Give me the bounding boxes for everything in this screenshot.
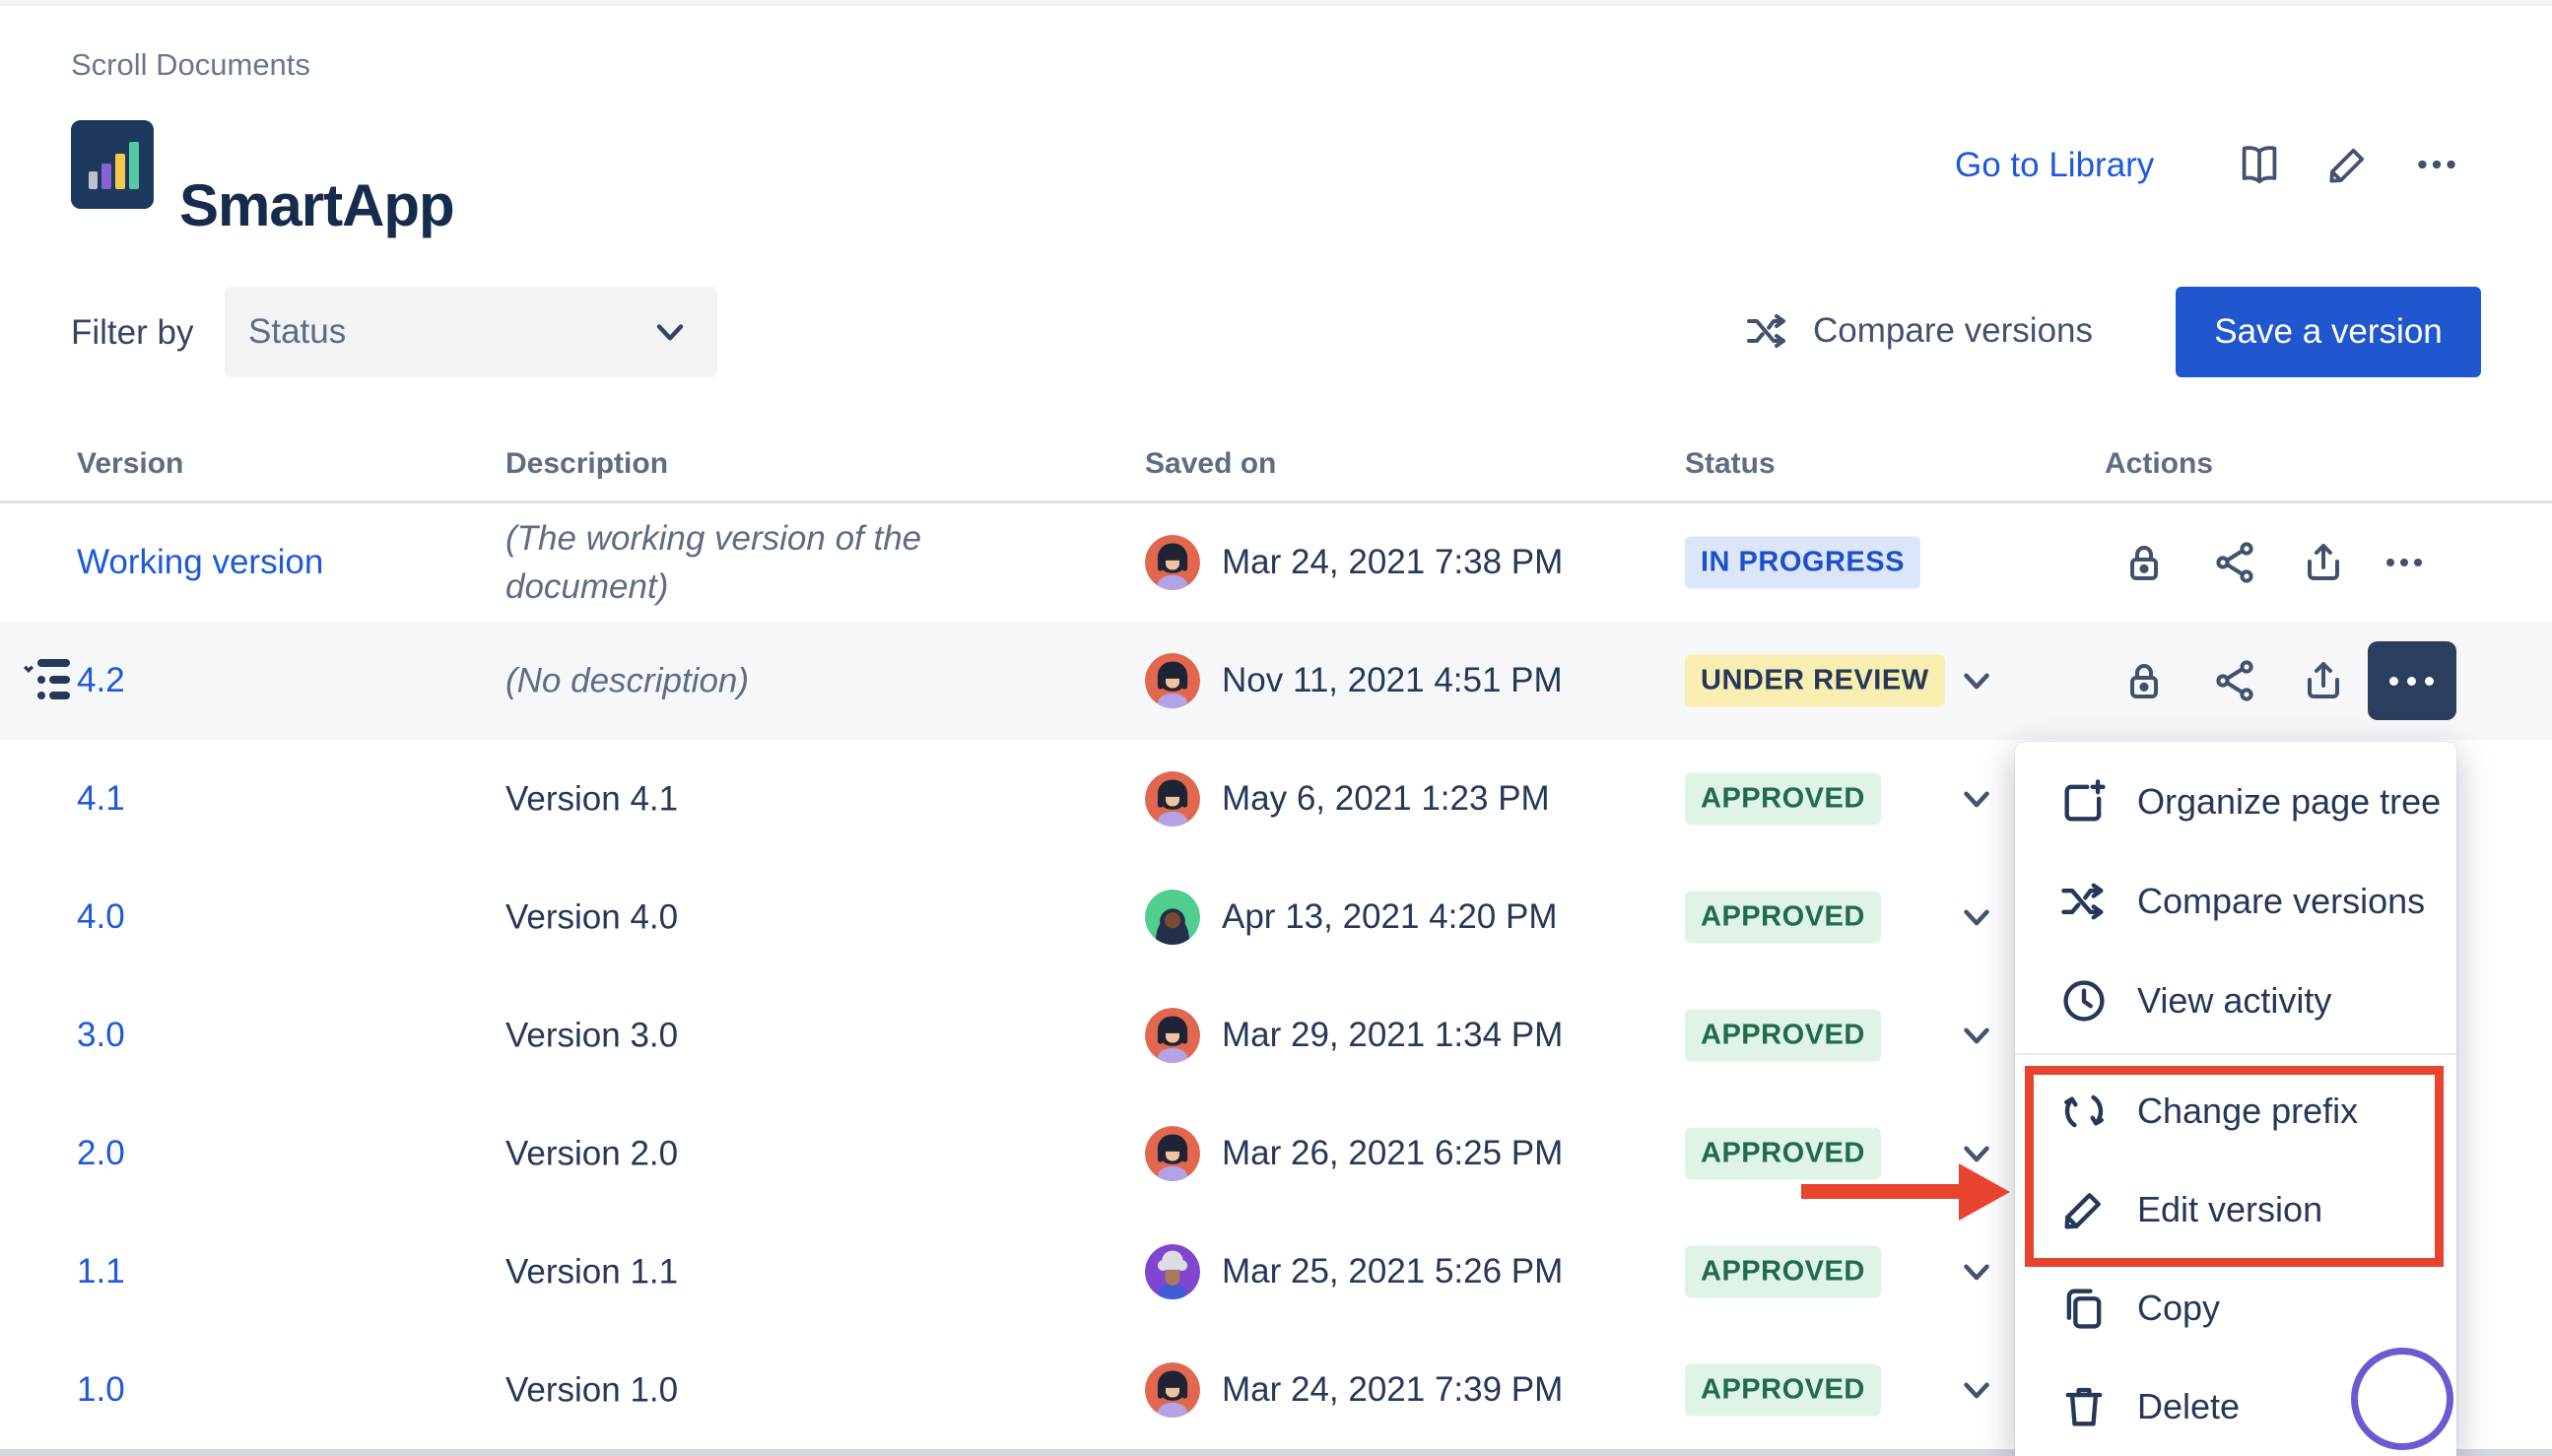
version-link[interactable]: 3.0 [77,1016,125,1055]
row-more-active-button[interactable] [2368,641,2456,720]
menu-item-label: Delete [2137,1386,2240,1427]
row-more-icon[interactable] [2381,539,2428,586]
column-status: Status [1685,447,1776,481]
lock-icon[interactable] [2120,657,2168,704]
annotation-arrow [1801,1184,1965,1199]
version-description: Version 3.0 [505,1012,988,1060]
clock-icon [2058,975,2110,1026]
saved-date: May 6, 2021 1:23 PM [1222,779,1550,819]
share-icon[interactable] [2211,657,2258,704]
shuffle-icon [1744,307,1791,355]
version-description: Version 2.0 [505,1130,988,1178]
status-chevron-down-icon[interactable] [1956,896,1997,938]
status-filter-value: Status [248,312,346,352]
row-actions [0,503,2552,622]
user-avatar [1145,1008,1200,1063]
status-badge: APPROVED [1685,892,1881,944]
saved-date: Apr 13, 2021 4:20 PM [1222,897,1558,937]
menu-item-organize-page-tree[interactable]: Organize page tree [2015,764,2456,839]
row-actions [0,622,2552,740]
compare-versions-button[interactable]: Compare versions [1744,307,2093,355]
edit-page-icon[interactable] [2323,140,2373,189]
status-chevron-down-icon[interactable] [1956,778,1997,820]
table-header: Version Description Saved on Status Acti… [0,433,2552,503]
saved-date: Mar 24, 2021 7:39 PM [1222,1370,1563,1410]
lock-icon[interactable] [2120,539,2168,586]
app-logo-icon [71,120,154,209]
saved-on-cell: Apr 13, 2021 4:20 PM [1145,890,1558,945]
version-link[interactable]: 2.0 [77,1134,125,1173]
saved-date: Mar 26, 2021 6:25 PM [1222,1134,1563,1173]
version-link[interactable]: 4.0 [77,897,125,937]
menu-item-label: View activity [2137,980,2331,1022]
saved-on-cell: Mar 29, 2021 1:34 PM [1145,1008,1563,1063]
table-row[interactable]: 4.2 (No description) Nov 11, 2021 4:51 P… [0,622,2552,740]
status-badge: APPROVED [1685,1246,1881,1298]
status-badge: APPROVED [1685,773,1881,826]
user-avatar [1145,771,1200,827]
menu-item-copy[interactable]: Copy [2015,1271,2456,1346]
export-icon[interactable] [2300,539,2347,586]
menu-item-compare-versions[interactable]: Compare versions [2015,864,2456,939]
user-avatar [1145,1362,1200,1418]
filter-by-label: Filter by [71,313,193,353]
share-icon[interactable] [2211,539,2258,586]
saved-on-cell: Mar 26, 2021 6:25 PM [1145,1126,1563,1181]
annotation-highlight-box [2025,1066,2444,1267]
menu-item-view-activity[interactable]: View activity [2015,963,2456,1038]
column-version: Version [77,447,183,481]
menu-divider [2015,1053,2456,1055]
saved-date: Mar 29, 2021 1:34 PM [1222,1016,1563,1055]
saved-on-cell: May 6, 2021 1:23 PM [1145,771,1550,827]
save-a-version-button[interactable]: Save a version [2176,287,2481,377]
version-description: Version 4.0 [505,893,988,942]
status-chevron-down-icon[interactable] [1956,1369,1997,1411]
status-chevron-down-icon[interactable] [1956,1015,1997,1056]
column-actions: Actions [2105,447,2213,481]
version-description: Version 4.1 [505,775,988,824]
table-row[interactable]: Working version (The working version of … [0,503,2552,622]
page-add-icon [2058,776,2110,827]
menu-item-label: Organize page tree [2137,781,2441,823]
saved-date: Mar 25, 2021 5:26 PM [1222,1252,1563,1291]
status-chevron-down-icon[interactable] [1956,1251,1997,1292]
status-filter-select[interactable]: Status [225,287,717,377]
menu-item-label: Copy [2137,1288,2220,1329]
version-description: Version 1.0 [505,1366,988,1415]
menu-item-label: Compare versions [2137,881,2425,922]
chevron-down-icon [648,310,692,354]
version-link[interactable]: 4.1 [77,779,125,819]
version-link[interactable]: 1.1 [77,1252,125,1291]
annotation-arrow-head [1959,1163,2010,1221]
page-title: SmartApp [179,171,454,239]
export-icon[interactable] [2300,657,2347,704]
column-description: Description [505,447,668,481]
library-book-icon[interactable] [2235,140,2284,189]
shuffle-icon [2058,876,2110,927]
status-badge: APPROVED [1685,1010,1881,1062]
top-edge [0,0,2552,6]
go-to-library-link[interactable]: Go to Library [1955,146,2154,185]
status-badge: APPROVED [1685,1128,1881,1180]
version-link[interactable]: 1.0 [77,1370,125,1410]
version-description: Version 1.1 [505,1248,988,1296]
saved-on-cell: Mar 25, 2021 5:26 PM [1145,1244,1563,1299]
saved-on-cell: Mar 24, 2021 7:39 PM [1145,1362,1563,1418]
status-badge: APPROVED [1685,1364,1881,1417]
column-saved-on: Saved on [1145,447,1276,481]
user-avatar [1145,1126,1200,1181]
user-avatar [1145,1244,1200,1299]
scroll-documents-page: Scroll Documents SmartApp Go to Library … [0,0,2552,1456]
breadcrumb: Scroll Documents [71,47,310,83]
more-actions-icon[interactable] [2412,140,2461,189]
user-avatar [1145,890,1200,945]
trash-icon [2058,1381,2110,1432]
copy-icon [2058,1283,2110,1334]
compare-versions-label: Compare versions [1813,311,2093,351]
annotation-circle [2351,1348,2453,1450]
